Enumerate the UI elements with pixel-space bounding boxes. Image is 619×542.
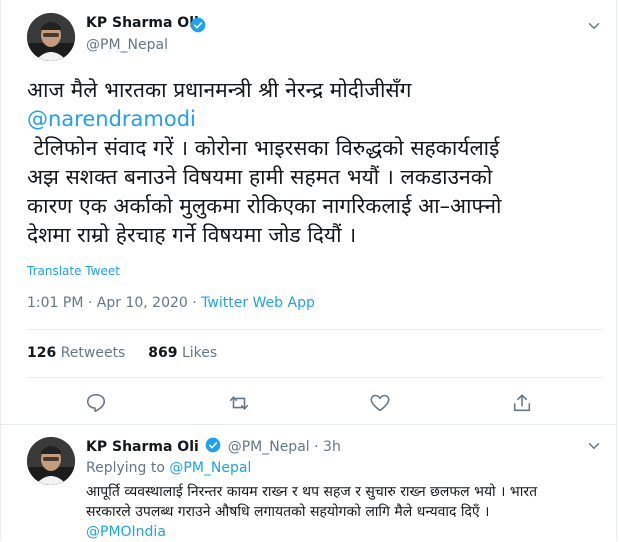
translate-tweet-link[interactable]: Translate Tweet [27,264,120,278]
retweets-stat[interactable]: 126 Retweets [27,345,125,361]
likes-label: Likes [181,345,218,361]
replying-to-link[interactable]: @PM_Nepal [169,460,251,476]
source-app-link[interactable]: Twitter Web App [201,295,315,311]
tweet-text-line: टेलिफोन संवाद गरें । कोरोना भाइरसका विरु… [27,136,500,160]
reply-text-line: सरकारले उपलब्ध गराउने औषधि लगायतको सहयोग… [86,504,490,520]
reply-author-handle[interactable]: @PM_Nepal [228,439,310,455]
like-icon[interactable] [369,392,391,414]
reply-age[interactable]: 3h [323,439,341,455]
reply-author-avatar[interactable] [27,437,75,485]
retweets-label: Retweets [60,345,126,361]
reply-text: आपूर्ति व्यवस्थालाई निरन्तर कायम राख्न र… [86,482,606,542]
tweet-meta: 1:01 PM · Apr 10, 2020 · Twitter Web App [27,295,315,311]
tweet-text-line: आज मैले भारतका प्रधानमन्त्री श्री नेरन्द… [27,78,412,102]
replying-to: Replying to @PM_Nepal [86,460,251,476]
likes-count: 869 [148,345,178,361]
verified-badge-icon [205,437,221,453]
divider [0,424,617,425]
tweet-text: आज मैले भारतका प्रधानमन्त्री श्री नेरन्द… [27,76,597,250]
chevron-down-icon[interactable] [585,17,603,35]
tweet-date[interactable]: Apr 10, 2020 [97,295,188,311]
tweet-text-line: कारण एक अर्काको मुलुकमा रोकिएका नागरिकला… [27,194,502,218]
replying-prefix: Replying to [86,460,165,476]
reply-icon[interactable] [85,392,107,414]
mention-link[interactable]: @narendramodi [27,105,597,134]
author-handle[interactable]: @PM_Nepal [86,37,168,53]
verified-badge-icon [190,17,206,33]
tweet-text-line: अझ सशक्त बनाउने विषयमा हामी सहमत भयौं । … [27,165,493,189]
meta-separator: · [87,295,93,311]
reply-header: KP Sharma Oli @PM_Nepal · 3h [86,437,341,455]
retweets-count: 126 [27,345,57,361]
author-avatar[interactable] [27,13,75,61]
tweet-text-line: देशमा राम्रो हेरचाह गर्ने विषयमा जोड दिय… [27,223,357,247]
chevron-down-icon[interactable] [585,437,603,455]
meta-separator: · [314,439,319,455]
reply-author-name[interactable]: KP Sharma Oli [86,439,199,455]
retweet-icon[interactable] [228,392,250,414]
reply-text-line: आपूर्ति व्यवस्थालाई निरन्तर कायम राख्न र… [86,484,538,500]
tweet-stats: 126 Retweets 869 Likes [27,345,217,361]
divider [27,377,602,378]
divider [27,329,602,330]
share-icon[interactable] [511,392,533,414]
likes-stat[interactable]: 869 Likes [148,345,217,361]
meta-separator: · [192,295,197,311]
mention-link[interactable]: @PMOIndia [86,522,606,542]
author-name[interactable]: KP Sharma Oli [86,15,199,31]
tweet-time[interactable]: 1:01 PM [27,295,83,311]
